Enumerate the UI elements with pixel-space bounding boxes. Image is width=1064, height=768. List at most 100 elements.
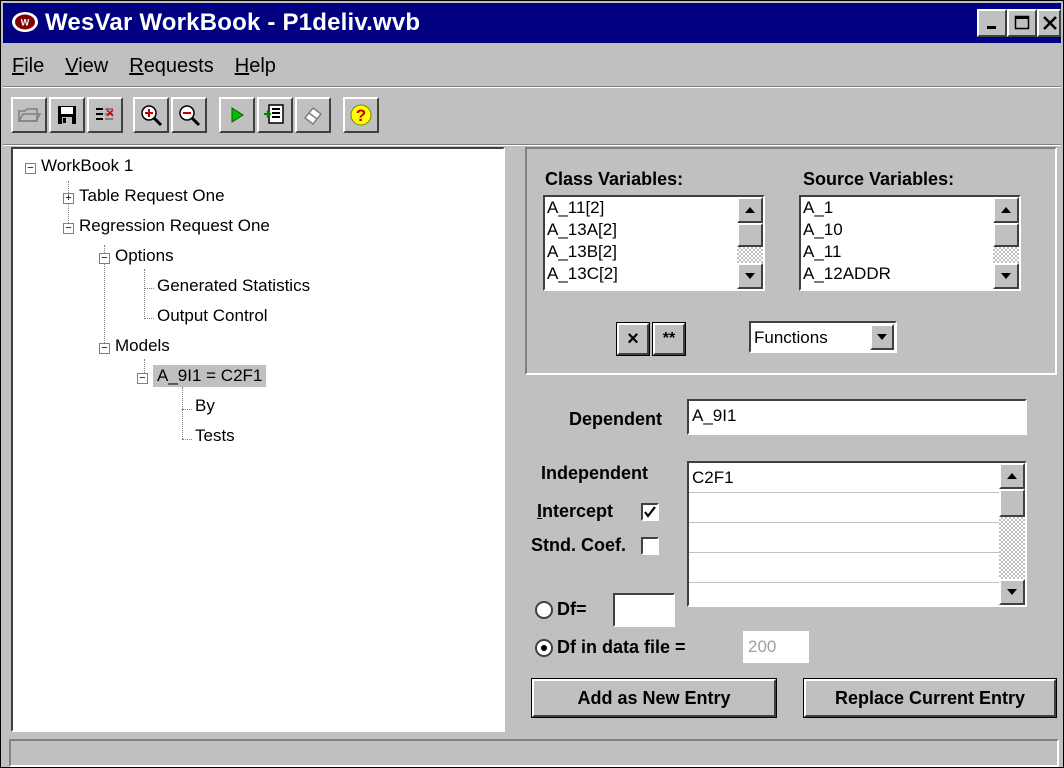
df-field[interactable]: [613, 593, 675, 627]
scroll-up-icon[interactable]: [999, 463, 1025, 489]
eraser-icon[interactable]: [295, 97, 331, 133]
chevron-down-icon[interactable]: [870, 324, 894, 350]
tree-connector: [182, 409, 192, 410]
tree-node-by[interactable]: By: [195, 395, 215, 417]
tree-connector: [182, 439, 192, 440]
scroll-up-icon[interactable]: [737, 197, 763, 223]
replace-current-entry-button[interactable]: Replace Current Entry: [803, 678, 1057, 718]
independent-label: Independent: [541, 463, 648, 483]
variables-group: Class Variables: A_11[2] A_13A[2] A_13B[…: [525, 147, 1057, 375]
df-radio[interactable]: [535, 601, 553, 619]
collapse-icon[interactable]: −: [25, 163, 36, 174]
save-disk-icon[interactable]: [49, 97, 85, 133]
independent-row[interactable]: [689, 523, 999, 553]
list-item[interactable]: A_13C[2]: [545, 263, 763, 285]
expand-icon[interactable]: +: [63, 193, 74, 204]
tree-node-workbook[interactable]: WorkBook 1: [41, 155, 133, 177]
independent-row[interactable]: C2F1: [689, 463, 999, 493]
title-bar[interactable]: W WesVar WorkBook - P1deliv.wvb: [3, 3, 1061, 43]
run-icon[interactable]: [219, 97, 255, 133]
help-icon[interactable]: ?: [343, 97, 379, 133]
independent-row[interactable]: [689, 583, 999, 605]
svg-text:?: ?: [356, 106, 366, 125]
multiply-button[interactable]: ×: [616, 322, 650, 356]
tree-node-output-control[interactable]: Output Control: [157, 305, 268, 327]
scroll-down-icon[interactable]: [993, 263, 1019, 289]
zoom-out-icon[interactable]: [171, 97, 207, 133]
tree-connector: [144, 269, 145, 319]
close-icon[interactable]: [1037, 9, 1061, 37]
scroll-down-icon[interactable]: [737, 263, 763, 289]
main-window: W WesVar WorkBook - P1deliv.wvb File Vie…: [0, 0, 1064, 768]
source-variables-scrollbar[interactable]: [993, 197, 1019, 289]
independent-row[interactable]: [689, 553, 999, 583]
scroll-thumb[interactable]: [737, 223, 763, 247]
stnd-coef-label: Stnd. Coef.: [531, 535, 626, 555]
tree-node-models[interactable]: Models: [115, 335, 170, 357]
df-data-file-label: Df in data file =: [557, 637, 686, 657]
minimize-icon[interactable]: [977, 9, 1007, 37]
class-variables-label: Class Variables:: [545, 169, 684, 189]
tree-node-generated-statistics[interactable]: Generated Statistics: [157, 275, 310, 297]
tree-node-tests[interactable]: Tests: [195, 425, 235, 447]
scroll-down-icon[interactable]: [999, 579, 1025, 605]
list-item[interactable]: A_11: [801, 241, 1019, 263]
dependent-field[interactable]: A_9I1: [687, 399, 1027, 435]
independent-row[interactable]: [689, 493, 999, 523]
menu-file[interactable]: File: [12, 55, 44, 78]
functions-selected: Functions: [754, 328, 828, 347]
tree-node-model-selected[interactable]: A_9I1 = C2F1: [153, 365, 267, 387]
menu-bar: File View Requests Help: [3, 47, 1061, 85]
maximize-icon[interactable]: [1007, 9, 1037, 37]
scroll-thumb[interactable]: [999, 489, 1025, 517]
list-item[interactable]: A_11[2]: [545, 197, 763, 219]
status-bar: [9, 739, 1059, 767]
tree-node-table-request[interactable]: Table Request One: [79, 185, 225, 207]
source-variables-list[interactable]: A_1 A_10 A_11 A_12ADDR: [799, 195, 1021, 291]
list-item[interactable]: A_13A[2]: [545, 219, 763, 241]
checkmark-icon: [644, 506, 656, 518]
df-data-file-value: 200: [743, 631, 809, 663]
power-button[interactable]: **: [652, 322, 686, 356]
window-title: WesVar WorkBook - P1deliv.wvb: [45, 9, 421, 36]
tree-node-options[interactable]: Options: [115, 245, 174, 267]
scroll-up-icon[interactable]: [993, 197, 1019, 223]
menu-help[interactable]: Help: [235, 55, 276, 78]
functions-dropdown[interactable]: Functions: [749, 321, 897, 353]
collapse-icon[interactable]: −: [137, 373, 148, 384]
toolbar: ?: [3, 89, 1061, 143]
df-data-file-radio[interactable]: [535, 639, 553, 657]
independent-scrollbar[interactable]: [999, 463, 1025, 605]
svg-text:W: W: [21, 18, 30, 28]
output-icon[interactable]: [257, 97, 293, 133]
tree-connector: [182, 387, 183, 439]
tree-connector: [144, 318, 154, 319]
intercept-checkbox[interactable]: [641, 503, 659, 521]
properties-icon[interactable]: [87, 97, 123, 133]
list-item[interactable]: A_1: [801, 197, 1019, 219]
collapse-icon[interactable]: −: [63, 223, 74, 234]
open-folder-icon[interactable]: [11, 97, 47, 133]
collapse-icon[interactable]: −: [99, 343, 110, 354]
intercept-label: Intercept: [537, 501, 614, 521]
list-item[interactable]: A_12ADDR: [801, 263, 1019, 285]
class-variables-list[interactable]: A_11[2] A_13A[2] A_13B[2] A_13C[2]: [543, 195, 765, 291]
scroll-thumb[interactable]: [993, 223, 1019, 247]
workbook-tree[interactable]: − WorkBook 1 + Table Request One − Regre…: [11, 147, 505, 732]
tree-connector: [144, 288, 154, 289]
df-label: Df=: [557, 599, 587, 619]
list-item[interactable]: A_13B[2]: [545, 241, 763, 263]
list-item[interactable]: A_10: [801, 219, 1019, 241]
menu-requests[interactable]: Requests: [129, 55, 214, 78]
class-variables-scrollbar[interactable]: [737, 197, 763, 289]
toolbar-divider: [3, 144, 1061, 146]
scroll-track[interactable]: [999, 517, 1025, 581]
menu-view[interactable]: View: [65, 55, 108, 78]
wesvar-icon[interactable]: W: [11, 10, 39, 34]
independent-list[interactable]: C2F1: [687, 461, 1027, 607]
stnd-coef-checkbox[interactable]: [641, 537, 659, 555]
add-new-entry-button[interactable]: Add as New Entry: [531, 678, 777, 718]
tree-node-regression-request[interactable]: Regression Request One: [79, 215, 270, 237]
collapse-icon[interactable]: −: [99, 253, 110, 264]
zoom-in-icon[interactable]: [133, 97, 169, 133]
